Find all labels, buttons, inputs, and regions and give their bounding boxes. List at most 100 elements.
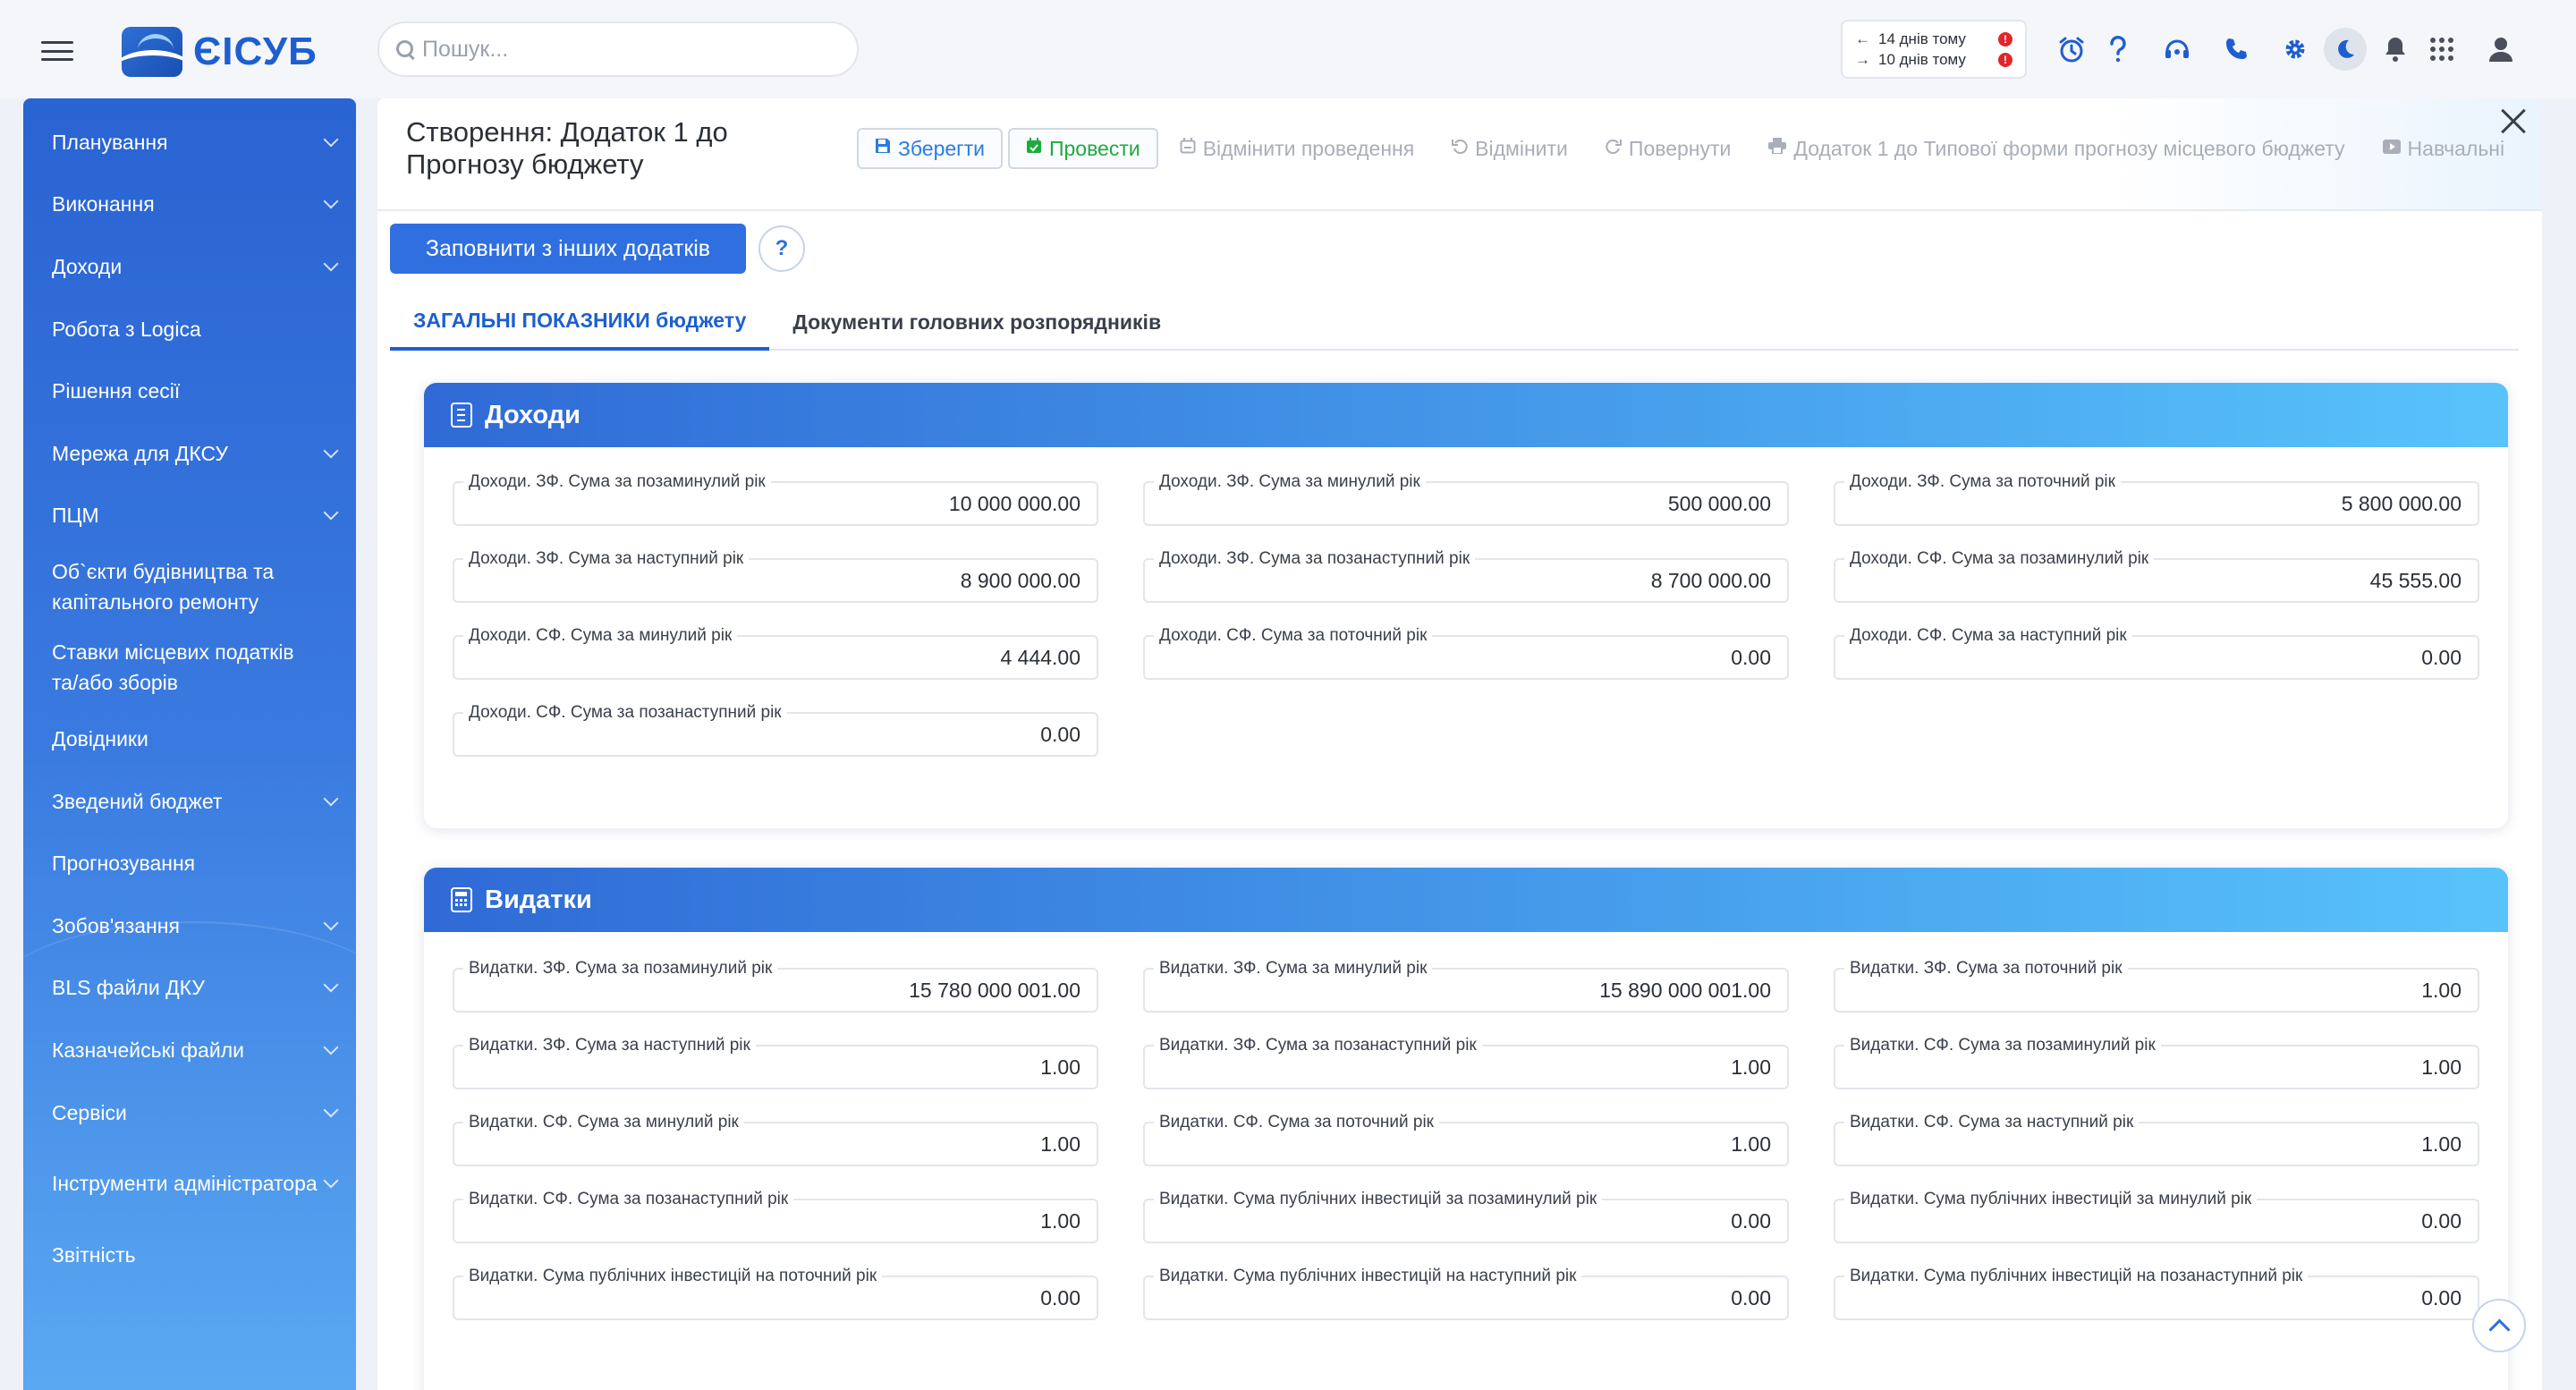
document-header: Створення: Додаток 1 до Прогнозу бюджету…	[377, 98, 2542, 211]
phone-icon[interactable]	[2213, 27, 2259, 72]
sidebar-item-label: Зведений бюджет	[52, 789, 223, 813]
field-label: Видатки. Сума публічних інвестицій за по…	[1154, 1190, 1603, 1209]
tab[interactable]: Документи головних розпорядників	[769, 293, 1184, 351]
amount-input[interactable]	[1835, 645, 2462, 670]
sidebar-item[interactable]: Прогнозування	[23, 832, 356, 894]
print-button[interactable]: Додаток 1 до Типової форми прогнозу місц…	[1752, 128, 2360, 169]
income-fields: Доходи. ЗФ. Сума за позаминулий рік Доход…	[453, 472, 2479, 760]
chevron-down-icon	[323, 1173, 339, 1189]
sidebar-item[interactable]: Доходи	[23, 235, 356, 298]
scroll-to-top-button[interactable]	[2472, 1299, 2526, 1352]
sidebar-item[interactable]: Рішення сесії	[23, 360, 356, 422]
close-icon[interactable]	[2496, 104, 2531, 140]
save-label: Зберегти	[898, 136, 985, 160]
amount-input[interactable]	[1145, 1131, 1771, 1157]
bell-icon[interactable]	[2372, 27, 2419, 72]
sidebar-item[interactable]: ПЦМ	[23, 485, 356, 547]
chevron-down-icon	[323, 915, 339, 931]
field-label: Доходи. СФ. Сума за наступний рік	[1844, 626, 2132, 646]
amount-input[interactable]	[454, 1131, 1080, 1157]
amount-input[interactable]	[1145, 1285, 1771, 1310]
sidebar-item[interactable]: BLS файли ДКУ	[23, 957, 356, 1020]
amount-input[interactable]	[1145, 568, 1771, 593]
sidebar-item[interactable]: Казначейські файли	[23, 1019, 356, 1081]
amount-input[interactable]	[1835, 491, 2462, 516]
user-icon[interactable]	[2478, 27, 2524, 72]
amount-input[interactable]	[1835, 568, 2462, 593]
history-forward[interactable]: → 10 днів тому !	[1855, 51, 2012, 69]
amount-field: Видатки. Сума публічних інвестицій на на…	[1143, 1267, 1789, 1324]
amount-input[interactable]	[454, 568, 1080, 593]
print-label: Додаток 1 до Типової форми прогнозу місц…	[1793, 136, 2345, 160]
amount-input[interactable]	[1835, 1285, 2462, 1310]
amount-field: Доходи. СФ. Сума за позаминулий рік	[1834, 549, 2479, 606]
income-panel: Доходи Доходи. ЗФ. Сума за позаминулий р…	[424, 383, 2508, 828]
sidebar-item[interactable]: Звітність	[23, 1224, 356, 1286]
app-logo[interactable]: ЄІСУБ	[122, 25, 318, 79]
chevron-down-icon	[323, 977, 339, 993]
amount-input[interactable]	[1835, 1055, 2462, 1080]
amount-input[interactable]	[454, 1055, 1080, 1080]
field-label: Доходи. ЗФ. Сума за поточний рік	[1844, 472, 2121, 492]
amount-input[interactable]	[1835, 1208, 2462, 1233]
sidebar-item[interactable]: Робота з Logica	[23, 298, 356, 360]
unpost-button[interactable]: Відмінити проведення	[1164, 128, 1430, 169]
tab[interactable]: ЗАГАЛЬНІ ПОКАЗНИКИ бюджету	[390, 293, 770, 351]
amount-input[interactable]	[1145, 1208, 1771, 1233]
amount-field: Видатки. СФ. Сума за поточний рік	[1143, 1113, 1789, 1170]
search-input[interactable]	[422, 36, 834, 63]
chevron-down-icon	[323, 1039, 339, 1055]
amount-field: Доходи. ЗФ. Сума за наступний рік	[453, 549, 1098, 606]
amount-input[interactable]	[1145, 491, 1771, 516]
amount-input[interactable]	[1835, 978, 2462, 1003]
gear-icon[interactable]	[2272, 27, 2318, 72]
sidebar-item[interactable]: Довідники	[23, 708, 356, 770]
alarm-clock-icon[interactable]	[2048, 27, 2095, 72]
menu-icon[interactable]	[41, 41, 73, 61]
amount-input[interactable]	[454, 1208, 1080, 1233]
help-button[interactable]: ?	[758, 225, 805, 272]
sidebar-item[interactable]: Виконання	[23, 174, 356, 236]
amount-input[interactable]	[454, 1285, 1080, 1310]
restore-button[interactable]: Повернути	[1589, 128, 1747, 169]
amount-field: Доходи. СФ. Сума за позанаступний рік	[453, 703, 1098, 760]
post-button[interactable]: Провести	[1007, 128, 1158, 169]
sidebar-item[interactable]: Ставки місцевих податків та/або зборів	[23, 627, 356, 708]
amount-input[interactable]	[454, 491, 1080, 516]
amount-input[interactable]	[454, 722, 1080, 747]
field-label: Видатки. ЗФ. Сума за поточний рік	[1844, 959, 2128, 979]
expenses-panel-title: Видатки	[485, 885, 592, 914]
cancel-button[interactable]: Відмінити	[1436, 128, 1584, 169]
cancel-label: Відмінити	[1475, 136, 1568, 160]
sidebar-item[interactable]: Зведений бюджет	[23, 770, 356, 833]
search-box[interactable]	[377, 21, 859, 77]
sidebar-item[interactable]: Сервіси	[23, 1081, 356, 1144]
post-label: Провести	[1048, 136, 1140, 160]
amount-field: Доходи. ЗФ. Сума за поточний рік	[1834, 472, 2479, 530]
field-label: Доходи. СФ. Сума за позанаступний рік	[463, 703, 787, 723]
sidebar-item[interactable]: Інструменти адміністратора	[23, 1143, 356, 1224]
amount-input[interactable]	[1145, 1055, 1771, 1080]
moon-icon[interactable]	[2324, 28, 2367, 71]
top-icons	[2048, 27, 2524, 72]
sidebar-item[interactable]: Планування	[23, 111, 356, 174]
amount-field: Видатки. ЗФ. Сума за позаминулий рік	[453, 959, 1098, 1016]
save-button[interactable]: Зберегти	[857, 128, 1003, 169]
field-label: Видатки. Сума публічних інвестицій на на…	[1154, 1267, 1582, 1286]
amount-input[interactable]	[1835, 1131, 2462, 1157]
help-icon[interactable]	[2095, 27, 2141, 72]
sidebar-item[interactable]: Об`єкти будівництва та капітального ремо…	[23, 547, 356, 627]
apps-grid-icon[interactable]	[2419, 27, 2465, 72]
history-back[interactable]: ← 14 днів тому !	[1855, 30, 2012, 48]
headset-icon[interactable]	[2154, 27, 2200, 72]
amount-input[interactable]	[454, 978, 1080, 1003]
sidebar-item[interactable]: Мережа для ДКСУ	[23, 422, 356, 485]
amount-input[interactable]	[454, 645, 1080, 670]
amount-input[interactable]	[1145, 978, 1771, 1003]
floppy-disk-icon	[875, 138, 891, 159]
sidebar-item[interactable]: Зобов'язання	[23, 894, 356, 957]
chevron-down-icon	[323, 131, 339, 148]
amount-input[interactable]	[1145, 645, 1771, 670]
field-label: Видатки. СФ. Сума за наступний рік	[1844, 1113, 2140, 1132]
fill-from-other-button[interactable]: Заповнити з інших додатків	[390, 224, 746, 274]
